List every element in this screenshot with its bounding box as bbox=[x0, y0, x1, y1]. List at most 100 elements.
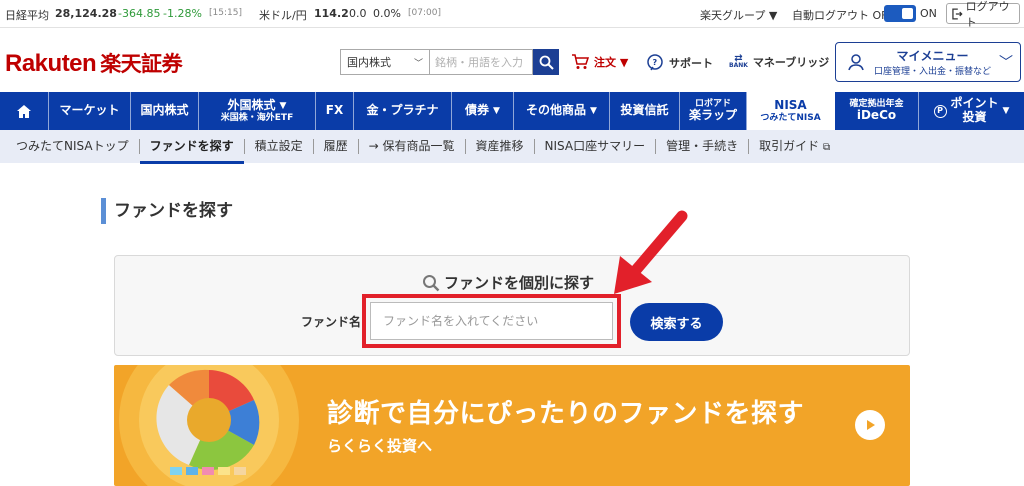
logout-icon bbox=[952, 8, 963, 19]
usdjpy-label: 米ドル/円 bbox=[259, 9, 307, 22]
magnifier-icon bbox=[423, 274, 440, 291]
rakuten-group-menu[interactable]: 楽天グループ ▼ bbox=[700, 7, 777, 23]
chevron-down-icon: ﹀ bbox=[413, 58, 423, 69]
svg-text:?: ? bbox=[653, 58, 658, 67]
my-menu-title: マイメニュー bbox=[896, 49, 969, 63]
red-arrow-annotation bbox=[614, 210, 688, 294]
nav-domestic-stock[interactable]: 国内株式 bbox=[131, 92, 199, 130]
nav-investment-trust[interactable]: 投資信託 bbox=[610, 92, 680, 130]
nav-point-investment[interactable]: P ポイント 投資 ▼ bbox=[919, 92, 1024, 130]
point-coin-icon: P bbox=[933, 104, 947, 118]
nikkei-time: [15:15] bbox=[209, 8, 242, 18]
auto-logout-label: 自動ログアウト OFF bbox=[792, 9, 894, 22]
header-search: 国内株式 ﹀ bbox=[340, 49, 559, 75]
subnav-trading-guide-label: 取引ガイド bbox=[759, 139, 820, 153]
chevron-down-icon: ﹀ bbox=[999, 55, 1014, 71]
search-category-select[interactable]: 国内株式 ﹀ bbox=[340, 49, 430, 75]
banner-title: 診断で自分にぴったりのファンドを探す bbox=[327, 399, 805, 429]
nav-point-sub: 投資 bbox=[962, 110, 987, 124]
subnav-management[interactable]: 管理・手続き bbox=[656, 139, 750, 154]
caret-down-icon: ▼ bbox=[1002, 105, 1010, 116]
fund-search-title-text: ファンドを個別に探す bbox=[444, 274, 595, 292]
toggle-knob bbox=[902, 8, 913, 19]
fund-name-label: ファンド名 bbox=[301, 315, 362, 329]
nav-nisa[interactable]: NISA つみたてNISA bbox=[747, 92, 835, 130]
main-navigation: マーケット 国内株式 外国株式 ▼ 米国株・海外ETF FX 金・プラチナ 債券 ▼… bbox=[0, 92, 1024, 130]
nisa-sub-navigation: つみたてNISAトップ ファンドを探す 積立設定 履歴 → 保有商品一覧 資産推… bbox=[0, 130, 1024, 164]
search-icon bbox=[539, 55, 554, 70]
nikkei-change-pct: -1.28% bbox=[163, 7, 202, 20]
page-title: ファンドを探す bbox=[101, 198, 233, 224]
nav-market[interactable]: マーケット bbox=[49, 92, 131, 130]
usdjpy-change-pct: 0.0% bbox=[373, 7, 401, 20]
logout-button[interactable]: ログアウト bbox=[946, 0, 1020, 29]
usdjpy-change: 0.0 bbox=[349, 7, 367, 20]
nav-point-label: ポイント bbox=[950, 96, 999, 111]
nav-foreign-stock[interactable]: 外国株式 ▼ 米国株・海外ETF bbox=[199, 92, 316, 130]
nav-fx[interactable]: FX bbox=[316, 92, 354, 130]
caret-down-icon: ▼ bbox=[590, 105, 597, 116]
subnav-history[interactable]: 履歴 bbox=[314, 139, 359, 154]
fund-search-title: ファンドを個別に探す bbox=[422, 272, 594, 293]
logo-jp: 楽天証券 bbox=[100, 52, 183, 76]
subnav-asset-trend[interactable]: 資産推移 bbox=[466, 139, 535, 154]
nav-robo-advisor-sub: 楽ラップ bbox=[688, 108, 737, 123]
cart-icon bbox=[572, 54, 589, 69]
my-menu-button[interactable]: マイメニュー 口座管理・入出金・振替など ﹀ bbox=[835, 42, 1021, 82]
nav-foreign-stock-label: 外国株式 bbox=[227, 97, 276, 112]
support-label: サポート bbox=[669, 57, 713, 70]
nikkei-change: -364.85 bbox=[118, 7, 161, 20]
subnav-nisa-top[interactable]: つみたてNISAトップ bbox=[0, 139, 140, 154]
subnav-nisa-summary[interactable]: NISA口座サマリー bbox=[535, 139, 657, 154]
highlight-box bbox=[362, 294, 621, 348]
nav-other-products[interactable]: その他商品 ▼ bbox=[514, 92, 610, 130]
home-icon bbox=[17, 104, 31, 118]
money-bridge-link[interactable]: ⇄ BANK マネーブリッジ bbox=[729, 54, 829, 70]
nav-ideco-sub: iDeCo bbox=[856, 108, 897, 123]
play-arrow-icon[interactable] bbox=[855, 410, 885, 440]
auto-logout-toggle[interactable] bbox=[884, 5, 916, 22]
external-window-icon: ⧉ bbox=[822, 142, 831, 153]
nav-foreign-stock-sub: 米国株・海外ETF bbox=[220, 112, 294, 123]
user-icon bbox=[848, 54, 864, 71]
support-link[interactable]: ? サポート bbox=[646, 54, 713, 72]
caret-down-icon: ▼ bbox=[493, 105, 500, 116]
my-menu-subtitle: 口座管理・入出金・振替など bbox=[874, 67, 992, 77]
banner-subtitle: らくらく投資へ bbox=[327, 437, 433, 455]
bank-icon: ⇄ BANK bbox=[729, 53, 748, 69]
bank-icon-text: BANK bbox=[729, 62, 748, 69]
money-bridge-label: マネーブリッジ bbox=[752, 56, 830, 69]
nav-robo-advisor[interactable]: ロボアド 楽ラップ bbox=[680, 92, 747, 130]
nav-bond-label: 債券 bbox=[465, 103, 490, 118]
usdjpy-time: [07:00] bbox=[408, 8, 441, 18]
fund-search-button[interactable]: 検索する bbox=[630, 303, 723, 341]
play-triangle-icon bbox=[867, 420, 875, 430]
nav-other-products-label: その他商品 bbox=[526, 103, 587, 118]
logo-en: Rakuten bbox=[5, 50, 97, 77]
usdjpy-value: 114.2 bbox=[314, 7, 349, 20]
search-input[interactable] bbox=[430, 49, 533, 75]
nav-bond[interactable]: 債券 ▼ bbox=[452, 92, 514, 130]
support-icon: ? bbox=[647, 54, 663, 71]
subnav-holdings[interactable]: → 保有商品一覧 bbox=[359, 139, 466, 154]
nav-gold-platinum[interactable]: 金・プラチナ bbox=[354, 92, 452, 130]
order-menu[interactable]: 注文 ▼ bbox=[571, 54, 628, 70]
fund-diagnosis-banner[interactable]: 診断で自分にぴったりのファンドを探す らくらく投資へ bbox=[114, 365, 910, 486]
logout-label: ログアウト bbox=[965, 0, 1010, 29]
subnav-accumulation-settings[interactable]: 積立設定 bbox=[245, 139, 314, 154]
nikkei-label: 日経平均 bbox=[5, 9, 49, 22]
order-label: 注文 ▼ bbox=[594, 56, 629, 69]
search-category-value: 国内株式 bbox=[347, 56, 391, 69]
caret-down-icon: ▼ bbox=[279, 100, 287, 111]
nav-nisa-sub: つみたてNISA bbox=[760, 112, 821, 123]
search-button[interactable] bbox=[533, 49, 559, 75]
nikkei-value: 28,124.28 bbox=[55, 7, 117, 20]
market-ticker-bar: 日経平均 28,124.28 -364.85 -1.28% [15:15] 米ド… bbox=[0, 0, 1024, 29]
nav-home[interactable] bbox=[0, 92, 49, 130]
nav-ideco[interactable]: 確定拠出年金 iDeCo bbox=[835, 92, 919, 130]
rakuten-securities-logo[interactable]: Rakuten 楽天証券 bbox=[5, 48, 183, 78]
subnav-trading-guide[interactable]: 取引ガイド ⧉ bbox=[749, 139, 840, 154]
nav-nisa-label: NISA bbox=[774, 97, 807, 112]
subnav-find-fund[interactable]: ファンドを探す bbox=[139, 139, 245, 164]
auto-logout-on-label: ON bbox=[920, 7, 937, 20]
